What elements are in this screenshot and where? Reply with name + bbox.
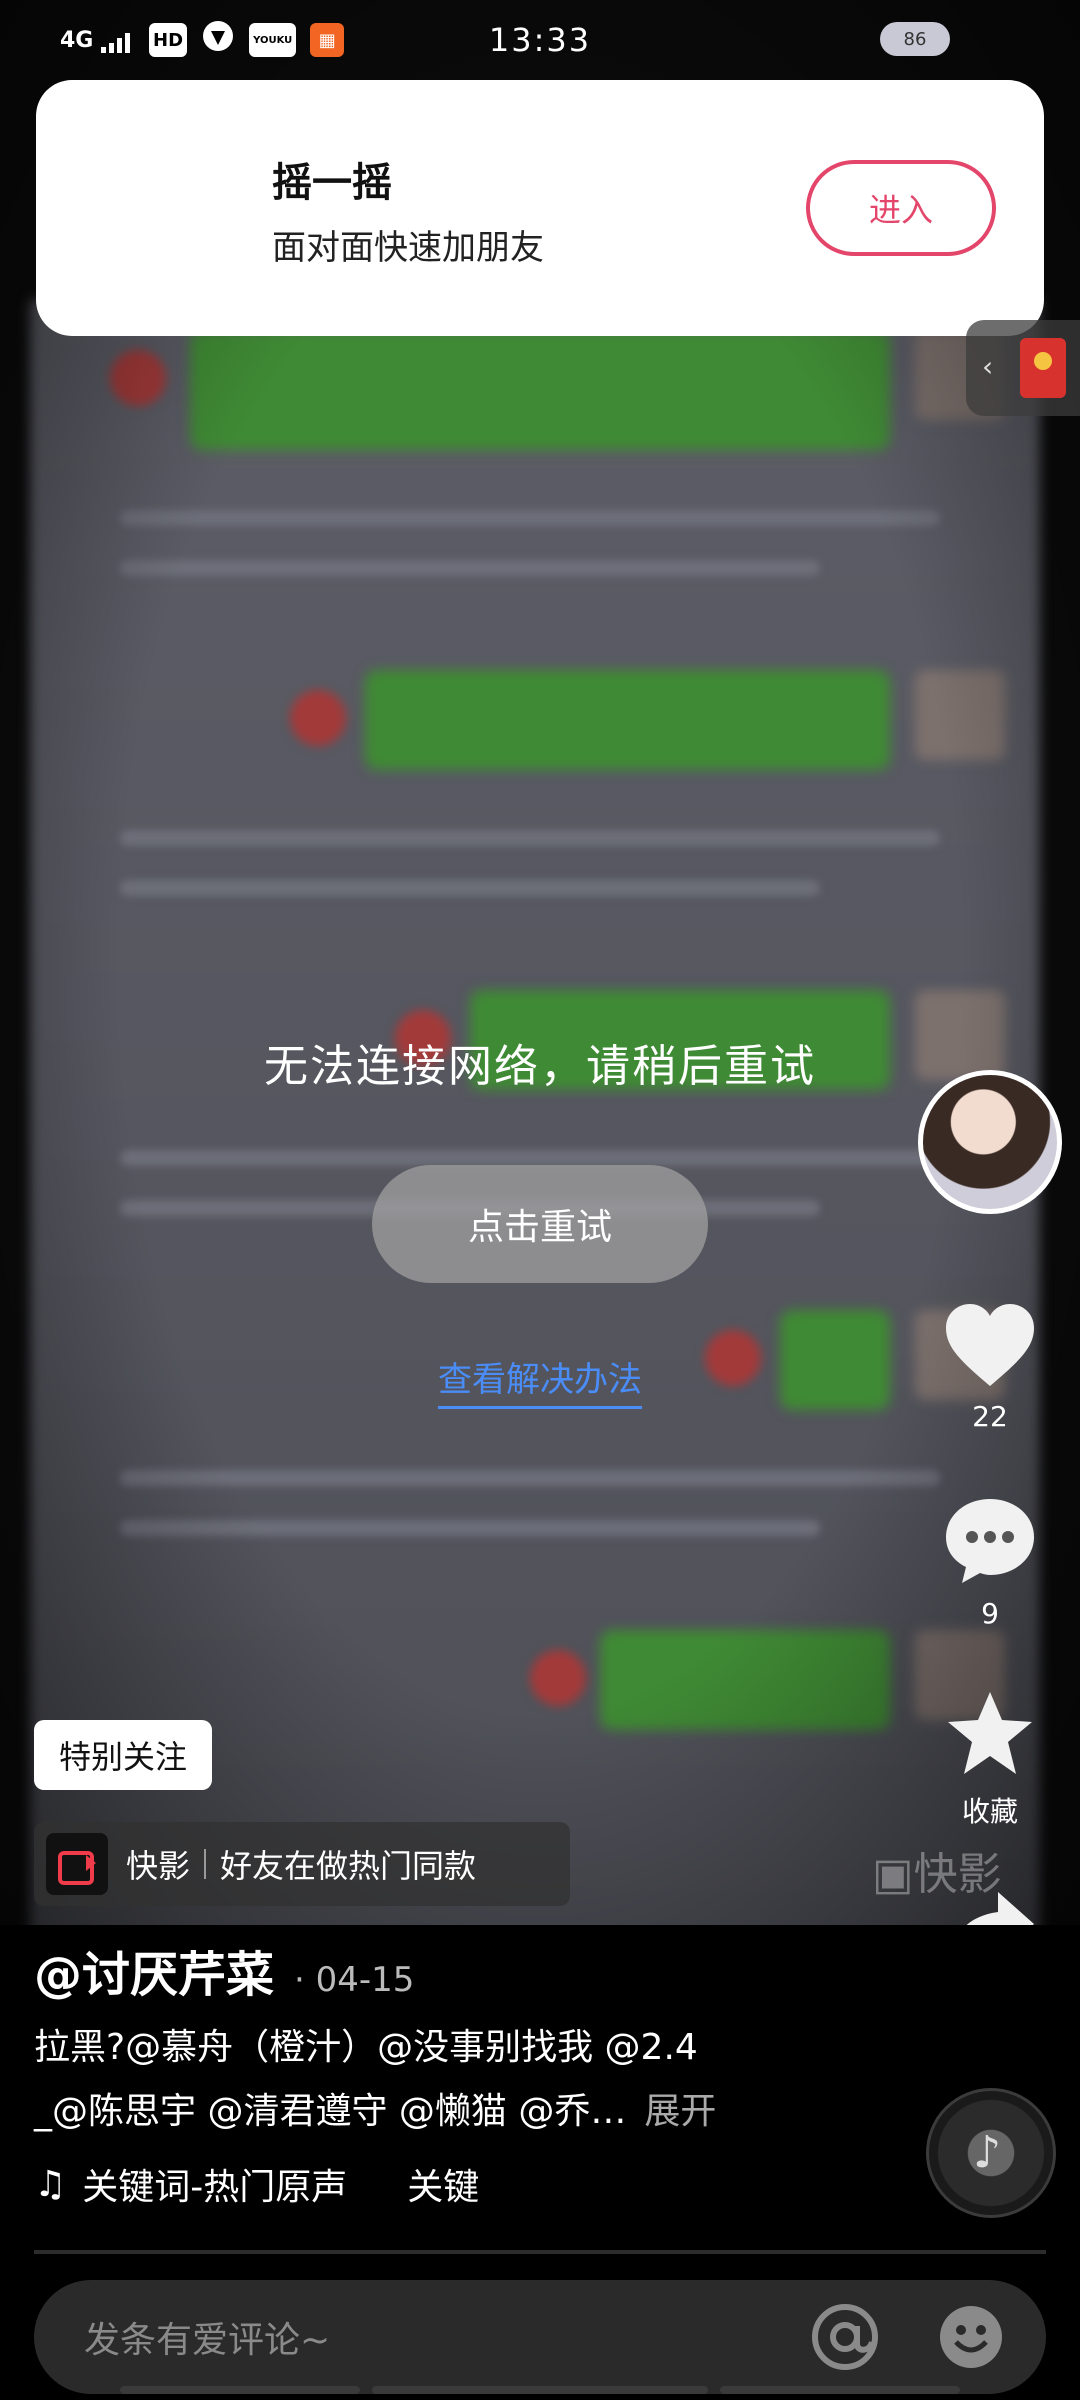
post-date: · 04-15	[294, 1960, 415, 2000]
enter-button[interactable]: 进入	[806, 160, 996, 256]
emoji-icon[interactable]	[936, 2302, 1006, 2372]
like-count: 22	[972, 1400, 1008, 1433]
music-disc-icon: ♪	[973, 2127, 1002, 2178]
youku-icon: YOUKU	[249, 23, 297, 57]
shake-promo-card[interactable]: 摇一摇 面对面快速加朋友 进入	[36, 80, 1044, 336]
kuaiying-promo[interactable]: 快影 好友在做热门同款	[34, 1822, 570, 1906]
music-title: 关键词-热门原声	[82, 2167, 348, 2208]
red-packet-icon[interactable]	[1020, 338, 1066, 398]
author-line: @讨厌芹菜 · 04-15	[34, 1935, 414, 2005]
app-name: 快影	[126, 1847, 191, 1885]
hd-icon: HD	[149, 23, 188, 57]
comment-count: 9	[981, 1597, 999, 1630]
author-name[interactable]: @讨厌芹菜	[34, 1947, 274, 2003]
description-line-2: _@陈思宇 @清君遵守 @懒猫 @乔… 展开	[34, 2082, 716, 2134]
music-artist: 关键	[407, 2167, 480, 2208]
solution-link-wrapper: 查看解决办法	[0, 1352, 1080, 1409]
music-disc[interactable]: ♪	[926, 2088, 1056, 2218]
network-label: 4G	[60, 27, 94, 53]
watermark-icon: ▣	[872, 1849, 914, 1900]
app-tagline: 好友在做热门同款	[220, 1847, 477, 1885]
divider	[204, 1849, 207, 1879]
heart-icon	[946, 1304, 1034, 1386]
gesture-bar	[120, 2386, 360, 2394]
gesture-bar	[372, 2386, 708, 2394]
chevron-left-icon: ‹	[982, 350, 994, 383]
promo-title: 摇一摇	[272, 160, 392, 206]
comment-placeholder: 发条有爱评论~	[84, 2320, 331, 2361]
special-follow-badge[interactable]: 特别关注	[34, 1720, 212, 1790]
description-text: _@陈思宇 @清君遵守 @懒猫 @乔…	[34, 2091, 627, 2132]
gesture-bar	[720, 2386, 960, 2394]
status-icons: 4G HD YOUKU ▦	[60, 19, 345, 61]
network-error-message: 无法连接网络，请稍后重试	[264, 1041, 816, 1092]
orange-app-icon: ▦	[310, 23, 345, 57]
side-drawer-tab[interactable]: ‹	[966, 320, 1080, 416]
status-bar: 4G HD YOUKU ▦ 13:33 86	[0, 0, 1080, 80]
comment-input-icons	[810, 2302, 1006, 2372]
favorite-action[interactable]: 收藏	[940, 1688, 1040, 1830]
author-avatar[interactable]	[918, 1070, 1062, 1214]
comment-action[interactable]: 9	[940, 1495, 1040, 1630]
app-icon	[201, 19, 235, 61]
star-icon	[948, 1692, 1032, 1774]
promo-subtitle: 面对面快速加朋友	[272, 228, 544, 268]
kuaiying-logo-icon	[46, 1833, 108, 1895]
battery-icon: 86	[880, 22, 950, 56]
favorite-label: 收藏	[961, 1795, 1018, 1828]
comment-input[interactable]: 发条有爱评论~	[34, 2280, 1046, 2394]
music-info[interactable]: ♫ 关键词-热门原声 关键	[34, 2158, 479, 2210]
status-time: 13:33	[488, 21, 592, 59]
retry-button[interactable]: 点击重试	[372, 1165, 708, 1283]
watermark: ▣快影	[872, 1838, 1002, 1902]
expand-link[interactable]: 展开	[644, 2091, 716, 2132]
signal-icon: 4G	[60, 28, 135, 53]
comment-icon	[946, 1499, 1034, 1583]
like-action[interactable]: 22	[940, 1300, 1040, 1433]
music-note-icon: ♫	[34, 2163, 67, 2205]
comment-divider	[34, 2250, 1046, 2254]
view-solution-link[interactable]: 查看解决办法	[438, 1360, 642, 1409]
mention-icon[interactable]	[810, 2302, 880, 2372]
description-line-1: 拉黑?@慕舟（橙汁）@没事别找我 @2.4	[34, 2027, 698, 2068]
watermark-text: 快影	[913, 1849, 1002, 1900]
